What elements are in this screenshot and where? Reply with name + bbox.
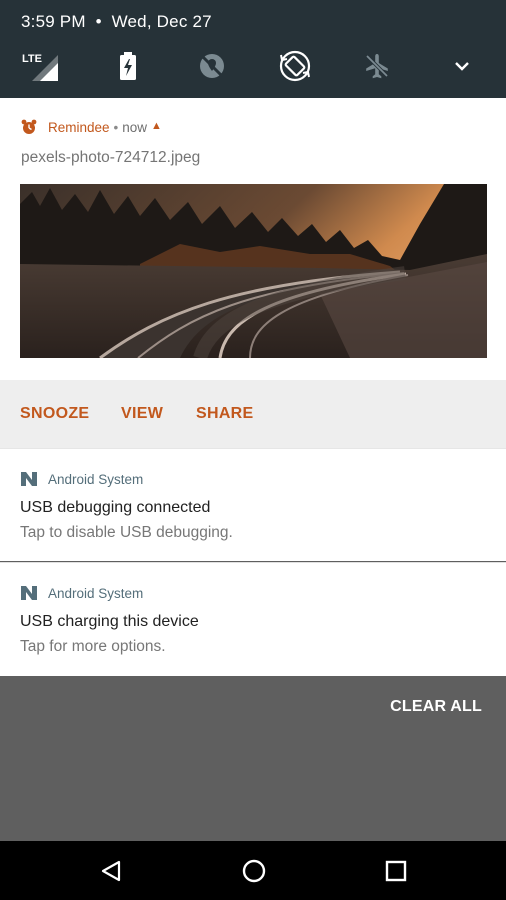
notification-time: now — [122, 119, 148, 135]
notification-image — [20, 184, 487, 358]
usb-debugging-notification[interactable]: Android System USB debugging connected T… — [0, 448, 506, 561]
status-time: 3:59 PM — [21, 12, 86, 31]
home-icon[interactable] — [238, 855, 270, 887]
battery-charging-icon[interactable] — [108, 44, 148, 88]
recents-icon[interactable] — [380, 855, 412, 887]
remindee-notification[interactable]: Remindee • now ▲ pexels-photo-724712.jpe… — [0, 98, 506, 380]
lte-label: LTE — [22, 53, 42, 65]
notification-content: pexels-photo-724712.jpeg — [21, 149, 201, 166]
notification-app-name: Android System — [48, 471, 144, 487]
remindee-app-icon — [21, 119, 37, 134]
header-dot: • — [113, 119, 119, 135]
notification-app-name: Remindee — [48, 119, 110, 135]
datetime-separator: • — [90, 12, 107, 31]
auto-rotate-icon[interactable] — [275, 44, 315, 88]
notification-header: Remindee • now ▲ — [20, 118, 162, 136]
back-icon[interactable] — [95, 855, 127, 887]
android-system-icon — [21, 472, 37, 486]
notification-text: Tap for more options. — [20, 638, 166, 655]
collapse-caret-icon[interactable]: ▲ — [151, 120, 162, 132]
notification-app-name: Android System — [48, 585, 144, 601]
quick-settings-tiles: LTE — [0, 44, 506, 90]
quick-settings-header: 3:59 PM • Wed, Dec 27 LTE — [0, 0, 506, 98]
signal-lte-icon[interactable]: LTE — [20, 44, 60, 88]
location-off-icon[interactable] — [192, 44, 232, 88]
notification-header: Android System — [20, 471, 143, 487]
notification-text: Tap to disable USB debugging. — [20, 524, 233, 541]
notification-title: USB debugging connected — [20, 499, 211, 516]
navigation-bar — [0, 841, 506, 900]
expand-chevron-icon[interactable] — [442, 44, 482, 88]
android-system-icon — [21, 586, 37, 600]
snooze-button[interactable]: SNOOZE — [20, 405, 89, 423]
notification-title: USB charging this device — [20, 613, 199, 630]
notification-actions: SNOOZE VIEW SHARE — [0, 380, 506, 448]
airplane-mode-icon[interactable] — [357, 44, 397, 88]
share-button[interactable]: SHARE — [196, 405, 254, 423]
status-datetime: 3:59 PM • Wed, Dec 27 — [21, 12, 212, 32]
clear-all-button[interactable]: CLEAR ALL — [390, 698, 482, 716]
status-date: Wed, Dec 27 — [111, 12, 212, 31]
usb-charging-notification[interactable]: Android System USB charging this device … — [0, 562, 506, 676]
notification-header: Android System — [20, 585, 143, 601]
view-button[interactable]: VIEW — [121, 405, 163, 423]
